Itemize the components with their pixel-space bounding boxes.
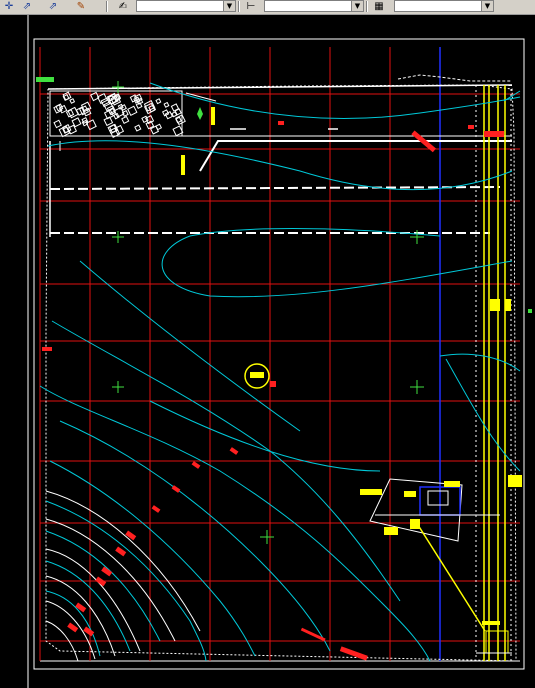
hatch-pattern [53,91,186,138]
pan-icon[interactable]: ✎ [74,0,88,13]
right-road [483,85,506,661]
road-ramp [199,140,512,172]
survey-crosshairs [112,81,424,544]
site-boundary [45,84,517,662]
red-markers [42,121,504,661]
style-combo[interactable]: ▼ [136,0,236,12]
toolbar-separator [238,1,240,12]
hatch-stroke [163,101,170,108]
properties-icon[interactable]: ✍ [116,0,130,13]
grid [39,47,520,661]
layer-combo[interactable]: ▼ [394,0,494,12]
chevron-down-icon[interactable]: ▼ [223,1,235,11]
building-cluster [360,478,500,632]
select-arrow-icon[interactable]: ✛ [2,0,16,13]
green-marker [36,77,54,82]
chevron-down-icon[interactable]: ▼ [481,1,493,11]
dimension-combo[interactable]: ▼ [264,0,364,12]
hatch-stroke [172,125,184,137]
dimension-icon[interactable]: ⊢ [244,0,258,13]
pointer-alt-icon[interactable]: ⇗ [46,0,60,13]
hatch-stroke [53,119,62,129]
pointer-icon[interactable]: ⇗ [20,0,34,13]
toolbar-separator [106,1,108,12]
hatch-stroke [121,115,130,125]
hatch-stroke [62,94,70,102]
hatch-stroke [127,105,138,116]
drawing-viewport[interactable] [0,14,535,688]
cad-drawing[interactable] [0,15,535,688]
toolbar-separator [366,1,368,12]
hatch-stroke [164,111,174,120]
hatch-stroke [155,98,162,105]
hatch-stroke [171,111,178,118]
toolbar: ✛ ⇗ ⇗ ✎ ✍ ▼ ⊢ ▼ ▦ ▼ [0,0,535,15]
chevron-down-icon[interactable]: ▼ [351,1,363,11]
yellow-markers [181,107,522,625]
hatch-stroke [134,124,142,132]
layer-icon[interactable]: ▦ [372,0,386,13]
hatch-stroke [69,98,76,104]
contours [39,82,521,662]
